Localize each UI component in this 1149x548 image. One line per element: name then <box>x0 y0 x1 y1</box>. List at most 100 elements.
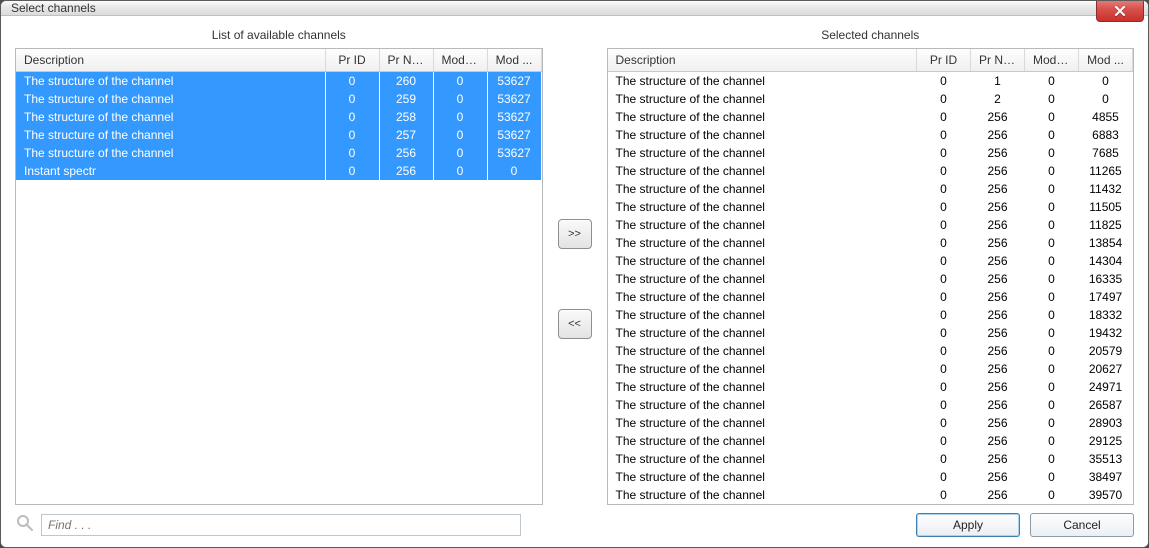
cell-desc: The structure of the channel <box>608 216 917 234</box>
table-row[interactable]: The structure of the channel0256011825 <box>608 216 1133 234</box>
cell-prid: 0 <box>917 324 971 342</box>
cell-modid: 0 <box>1025 198 1079 216</box>
find-input[interactable] <box>41 514 521 536</box>
cell-desc: The structure of the channel <box>608 378 917 396</box>
cell-modid: 0 <box>1025 180 1079 198</box>
cell-prid: 0 <box>917 378 971 396</box>
col-description[interactable]: Description <box>608 49 917 72</box>
cell-mod: 11432 <box>1079 180 1133 198</box>
col-modid[interactable]: Mod ID <box>433 49 487 72</box>
cell-modid: 0 <box>433 162 487 180</box>
cell-modid: 0 <box>433 108 487 126</box>
table-row[interactable]: The structure of the channel0257053627 <box>16 126 541 144</box>
cell-prnum: 259 <box>379 90 433 108</box>
cell-desc: The structure of the channel <box>16 72 325 90</box>
apply-button[interactable]: Apply <box>916 513 1020 537</box>
col-prid[interactable]: Pr ID <box>325 49 379 72</box>
cell-mod: 53627 <box>487 90 541 108</box>
table-row[interactable]: The structure of the channel0256011505 <box>608 198 1133 216</box>
table-row[interactable]: The structure of the channel0256026587 <box>608 396 1133 414</box>
cell-mod: 26587 <box>1079 396 1133 414</box>
cell-modid: 0 <box>1025 72 1079 90</box>
cell-prid: 0 <box>325 72 379 90</box>
cell-mod: 29125 <box>1079 432 1133 450</box>
cell-desc: The structure of the channel <box>608 180 917 198</box>
cell-prnum: 256 <box>971 180 1025 198</box>
available-header-row[interactable]: Description Pr ID Pr Num Mod ID Mod ... <box>16 49 541 72</box>
table-row[interactable]: The structure of the channel0256024971 <box>608 378 1133 396</box>
table-row[interactable]: The structure of the channel0260053627 <box>16 72 541 90</box>
cell-prid: 0 <box>917 198 971 216</box>
cell-desc: The structure of the channel <box>608 144 917 162</box>
cell-prnum: 256 <box>971 324 1025 342</box>
table-row[interactable]: The structure of the channel0256020627 <box>608 360 1133 378</box>
selected-header-row[interactable]: Description Pr ID Pr Num Mod ID Mod ... <box>608 49 1133 72</box>
table-row[interactable]: The structure of the channel0100 <box>608 72 1133 90</box>
cell-modid: 0 <box>1025 414 1079 432</box>
cell-desc: The structure of the channel <box>608 486 917 504</box>
cell-mod: 53627 <box>487 126 541 144</box>
table-row[interactable]: The structure of the channel025607685 <box>608 144 1133 162</box>
col-mod[interactable]: Mod ... <box>1079 49 1133 72</box>
cell-modid: 0 <box>1025 342 1079 360</box>
table-row[interactable]: The structure of the channel0256029125 <box>608 432 1133 450</box>
col-prid[interactable]: Pr ID <box>917 49 971 72</box>
cell-desc: The structure of the channel <box>608 162 917 180</box>
col-modid[interactable]: Mod ID <box>1025 49 1079 72</box>
close-icon <box>1114 6 1126 16</box>
table-row[interactable]: The structure of the channel0256014304 <box>608 252 1133 270</box>
cell-prid: 0 <box>917 90 971 108</box>
cell-desc: The structure of the channel <box>608 342 917 360</box>
cell-prid: 0 <box>325 162 379 180</box>
cell-mod: 11265 <box>1079 162 1133 180</box>
cancel-button[interactable]: Cancel <box>1030 513 1134 537</box>
titlebar[interactable]: Select channels <box>1 1 1148 16</box>
table-row[interactable]: Instant spectr025600 <box>16 162 541 180</box>
remove-button[interactable]: << <box>558 309 592 339</box>
cell-mod: 53627 <box>487 144 541 162</box>
close-button[interactable] <box>1096 0 1144 22</box>
add-button[interactable]: >> <box>558 219 592 249</box>
table-row[interactable]: The structure of the channel0256019432 <box>608 324 1133 342</box>
col-description[interactable]: Description <box>16 49 325 72</box>
cell-prnum: 256 <box>971 306 1025 324</box>
cell-desc: The structure of the channel <box>608 468 917 486</box>
selected-grid[interactable]: Description Pr ID Pr Num Mod ID Mod ... … <box>608 49 1134 504</box>
table-row[interactable]: The structure of the channel0259053627 <box>16 90 541 108</box>
col-prnum[interactable]: Pr Num <box>379 49 433 72</box>
col-prnum[interactable]: Pr Num <box>971 49 1025 72</box>
cell-desc: The structure of the channel <box>608 252 917 270</box>
cell-desc: The structure of the channel <box>16 90 325 108</box>
table-row[interactable]: The structure of the channel0256016335 <box>608 270 1133 288</box>
table-row[interactable]: The structure of the channel025606883 <box>608 126 1133 144</box>
cell-mod: 38497 <box>1079 468 1133 486</box>
table-row[interactable]: The structure of the channel0256039570 <box>608 486 1133 504</box>
table-row[interactable]: The structure of the channel0200 <box>608 90 1133 108</box>
cell-mod: 20579 <box>1079 342 1133 360</box>
table-row[interactable]: The structure of the channel0256053627 <box>16 144 541 162</box>
table-row[interactable]: The structure of the channel0256020579 <box>608 342 1133 360</box>
cell-desc: The structure of the channel <box>16 126 325 144</box>
cell-mod: 19432 <box>1079 324 1133 342</box>
cell-prnum: 256 <box>971 288 1025 306</box>
table-row[interactable]: The structure of the channel0256011432 <box>608 180 1133 198</box>
available-grid[interactable]: Description Pr ID Pr Num Mod ID Mod ... … <box>16 49 542 504</box>
table-row[interactable]: The structure of the channel025604855 <box>608 108 1133 126</box>
table-row[interactable]: The structure of the channel0256035513 <box>608 450 1133 468</box>
table-row[interactable]: The structure of the channel0256013854 <box>608 234 1133 252</box>
table-row[interactable]: The structure of the channel0258053627 <box>16 108 541 126</box>
selected-title: Selected channels <box>607 24 1135 48</box>
table-row[interactable]: The structure of the channel0256018332 <box>608 306 1133 324</box>
cell-modid: 0 <box>1025 360 1079 378</box>
table-row[interactable]: The structure of the channel0256028903 <box>608 414 1133 432</box>
client-area: List of available channels Description P… <box>1 16 1148 548</box>
cell-desc: The structure of the channel <box>608 324 917 342</box>
col-mod[interactable]: Mod ... <box>487 49 541 72</box>
table-row[interactable]: The structure of the channel0256038497 <box>608 468 1133 486</box>
cell-modid: 0 <box>433 90 487 108</box>
table-row[interactable]: The structure of the channel0256011265 <box>608 162 1133 180</box>
available-panel: List of available channels Description P… <box>15 24 543 505</box>
cell-mod: 4855 <box>1079 108 1133 126</box>
cell-modid: 0 <box>1025 306 1079 324</box>
table-row[interactable]: The structure of the channel0256017497 <box>608 288 1133 306</box>
